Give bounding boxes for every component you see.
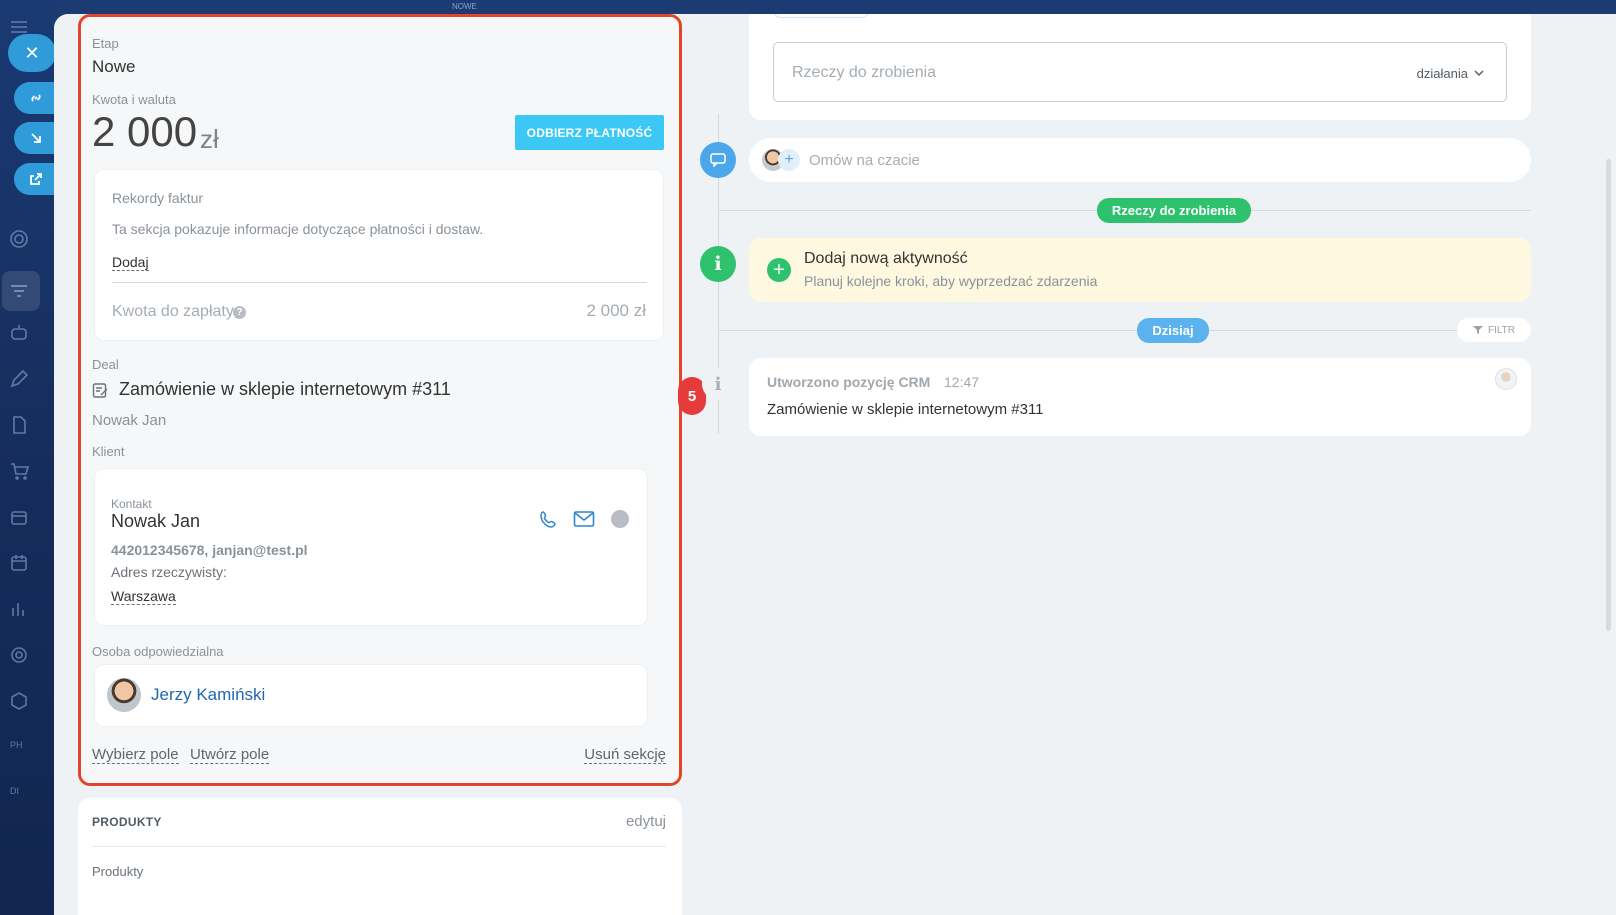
document-icon[interactable] <box>8 414 30 436</box>
settings-icon[interactable] <box>8 644 30 666</box>
invoice-title: Rekordy faktur <box>112 190 204 206</box>
calendar-icon[interactable] <box>8 552 30 574</box>
cart-icon[interactable] <box>8 460 30 482</box>
event-title: Utworzono pozycję CRM <box>767 374 931 390</box>
event-card: Utworzono pozycję CRM 12:47 Zamówienie w… <box>749 358 1531 436</box>
sidebar-text-ph[interactable]: PH <box>10 740 23 750</box>
todo-card: Rzeczy do zrobienia działania <box>749 14 1531 120</box>
chat-placeholder: Omów na czacie <box>809 152 920 169</box>
chevron-down-icon[interactable] <box>1474 69 1484 77</box>
responsible-label: Osoba odpowiedzialna <box>92 644 224 659</box>
delete-section-link[interactable]: Usuń sekcję <box>584 746 666 764</box>
minimize-button[interactable] <box>14 122 58 154</box>
arrow-down-right-icon <box>31 133 41 143</box>
open-new-window-button[interactable] <box>14 163 58 195</box>
link-icon <box>31 94 41 102</box>
deal-title[interactable]: Zamówienie w sklepie internetowym #311 <box>119 379 451 400</box>
deal-slider: Etap Nowe Kwota i waluta 2 000 zł ODBIER… <box>54 14 1616 915</box>
todo-tab-stub[interactable] <box>773 14 869 18</box>
invoice-records-box: Rekordy faktur Ta sekcja pokazuje inform… <box>94 169 664 341</box>
select-field-link[interactable]: Wybierz pole <box>92 746 179 764</box>
today-badge: Dzisiaj <box>1137 318 1209 343</box>
todo-placeholder: Rzeczy do zrobienia <box>792 64 937 81</box>
cube-icon[interactable] <box>8 690 30 712</box>
contact-details: 442012345678, janjan@test.pl <box>111 542 308 558</box>
avatar[interactable] <box>107 678 141 712</box>
info-timeline-icon: i <box>700 246 736 282</box>
stage-value[interactable]: Nowe <box>92 57 135 77</box>
filter-label: FILTR <box>1487 324 1516 336</box>
invoice-add-link[interactable]: Dodaj <box>112 254 149 271</box>
client-label: Klient <box>92 444 125 459</box>
chat-bar[interactable]: + Omów na czacie <box>749 138 1531 182</box>
event-author-avatar[interactable] <box>1495 368 1517 390</box>
scrollbar[interactable] <box>1606 159 1611 631</box>
products-subtitle: Produkty <box>92 864 144 879</box>
store-icon[interactable] <box>8 506 30 528</box>
deal-label: Deal <box>92 357 119 372</box>
todo-badge: Rzeczy do zrobienia <box>1097 198 1251 223</box>
amount-value[interactable]: 2 000 <box>92 108 197 156</box>
create-field-link[interactable]: Utwórz pole <box>190 746 270 764</box>
help-icon[interactable]: ? <box>233 306 246 319</box>
chart-icon[interactable] <box>8 598 30 620</box>
filter-button[interactable]: FILTR <box>1457 318 1531 342</box>
deal-edit-icon <box>92 383 108 398</box>
responsible-box: Jerzy Kamiński <box>94 664 648 727</box>
amount-currency: zł <box>200 124 219 154</box>
client-box: Kontakt Nowak Jan 442012345678, janjan@t… <box>94 468 648 626</box>
actions-dropdown-label[interactable]: działania <box>1417 66 1468 81</box>
add-participant-icon[interactable]: + <box>778 149 800 171</box>
close-icon: ✕ <box>24 42 40 63</box>
stage-tab[interactable]: NOWE <box>452 2 477 11</box>
address-label: Adres rzeczywisty: <box>111 564 227 580</box>
due-label: Kwota do zapłaty <box>112 303 234 320</box>
timeline-divider-2 <box>719 330 1531 331</box>
products-edit-link[interactable]: edytuj <box>626 813 666 830</box>
plus-icon[interactable]: + <box>767 258 791 282</box>
event-time: 12:47 <box>944 374 980 390</box>
close-button[interactable]: ✕ <box>8 34 56 72</box>
contact-label: Kontakt <box>111 497 152 511</box>
deal-owner-name: Nowak Jan <box>92 412 167 429</box>
funnel-icon[interactable] <box>8 280 30 302</box>
todo-input[interactable]: Rzeczy do zrobienia działania <box>773 42 1507 102</box>
robot-icon[interactable] <box>8 322 30 344</box>
amount-label: Kwota i waluta <box>92 92 176 107</box>
sidebar-text-di[interactable]: DI <box>10 786 19 796</box>
top-strip: NOWE <box>56 0 1616 14</box>
link-button[interactable] <box>14 82 58 114</box>
event-body[interactable]: Zamówienie w sklepie internetowym #311 <box>767 401 1044 418</box>
phone-icon[interactable] <box>539 509 559 529</box>
add-activity-card[interactable]: + Dodaj nową aktywność Planuj kolejne kr… <box>749 238 1531 302</box>
stage-label: Etap <box>92 36 119 51</box>
chat-icon[interactable] <box>611 510 629 528</box>
pen-icon[interactable] <box>8 368 30 390</box>
external-link-icon <box>30 173 42 185</box>
add-activity-subtitle: Planuj kolejne kroki, aby wyprzedzać zda… <box>804 273 1098 289</box>
target-icon[interactable] <box>8 228 30 250</box>
address-city[interactable]: Warszawa <box>111 588 176 605</box>
due-value: 2 000 zł <box>586 301 646 320</box>
email-icon[interactable] <box>573 510 595 528</box>
responsible-name[interactable]: Jerzy Kamiński <box>151 685 265 705</box>
invoice-divider <box>112 282 647 283</box>
contact-name[interactable]: Nowak Jan <box>111 511 200 532</box>
info-icon: i <box>702 368 734 400</box>
products-title: PRODUKTY <box>92 815 162 829</box>
products-divider <box>92 846 666 847</box>
add-activity-title[interactable]: Dodaj nową aktywność <box>804 250 968 268</box>
chat-timeline-icon <box>700 142 736 178</box>
filter-icon <box>1472 326 1483 334</box>
deal-info-card: Etap Nowe Kwota i waluta 2 000 zł ODBIER… <box>78 14 682 786</box>
receive-payment-button[interactable]: ODBIERZ PŁATNOŚĆ <box>515 115 664 150</box>
invoice-description: Ta sekcja pokazuje informacje dotyczące … <box>112 221 484 237</box>
products-card: PRODUKTY edytuj Produkty <box>78 798 682 915</box>
